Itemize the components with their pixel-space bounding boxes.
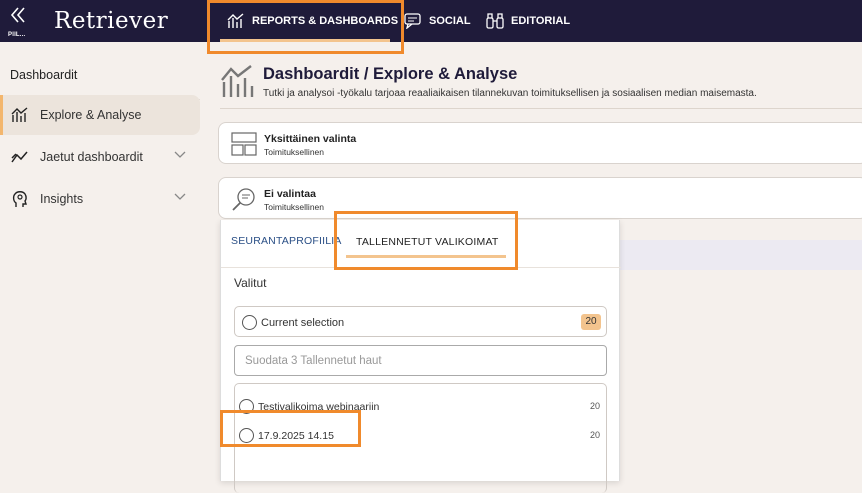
sidebar-item-explore-analyse[interactable]: Explore & Analyse [0,95,200,135]
card-subtitle: Toimituksellinen [264,147,324,157]
sidebar: Dashboardit Explore & Analyse Jaetut das… [0,42,200,481]
selection-card-none[interactable]: Ei valintaa Toimituksellinen [218,177,862,219]
chevron-down-icon[interactable] [174,151,186,159]
nav-social-label: SOCIAL [429,15,471,27]
filter-input[interactable] [234,345,607,376]
head-insight-icon [10,189,30,209]
card-subtitle: Toimituksellinen [264,202,324,212]
double-chevron-left-icon [10,7,25,23]
collapse-label: PIIL... [8,32,26,38]
nav-editorial-label: EDITORIAL [511,15,571,27]
card-title: Yksittäinen valinta [264,133,357,145]
page-subtitle: Tutki ja analysoi -työkalu tarjoaa reaal… [263,88,757,99]
layout-icon [231,132,257,156]
highlight-box [334,211,518,270]
trend-line-icon [10,147,30,167]
header-divider [220,108,862,109]
bar-chart-icon [10,105,30,125]
sidebar-title: Dashboardit [10,68,78,82]
search-icon [232,188,255,211]
nav-editorial[interactable]: EDITORIAL [486,0,570,42]
selected-heading: Valitut [234,276,267,290]
sidebar-item-label: Explore & Analyse [40,108,142,122]
chat-icon [404,13,421,29]
highlight-box [220,410,361,447]
highlight-box [207,0,404,54]
page-title: Dashboardit / Explore & Analyse [263,65,518,83]
radio-button[interactable] [242,315,257,330]
list-item-count: 20 [589,401,600,411]
nav-social[interactable]: SOCIAL [404,0,471,42]
sidebar-item-jaetut-dashboardit[interactable]: Jaetut dashboardit [0,137,200,177]
card-title: Ei valintaa [264,188,316,200]
sidebar-item-label: Insights [40,192,84,206]
binoculars-icon [486,13,504,29]
chevron-down-icon[interactable] [174,193,186,201]
sidebar-item-insights[interactable]: Insights [0,179,200,219]
current-selection-label: Current selection [261,317,345,329]
selection-card-single[interactable]: Yksittäinen valinta Toimituksellinen [218,122,862,164]
tab-seurantaprofiilit[interactable]: SEURANTAPROFIILIA [231,235,342,247]
count-badge: 20 [581,314,601,330]
list-item-count: 20 [589,430,600,440]
sidebar-item-label: Jaetut dashboardit [40,150,143,164]
top-navigation-bar: PIIL... Retriever REPORTS & DASHBOARDS S… [0,0,862,43]
collapse-sidebar-button[interactable]: PIIL... [8,6,30,38]
retriever-logo[interactable]: Retriever [54,8,168,34]
current-selection-row[interactable]: Current selection 20 [234,306,607,337]
bar-chart-icon [221,65,254,97]
